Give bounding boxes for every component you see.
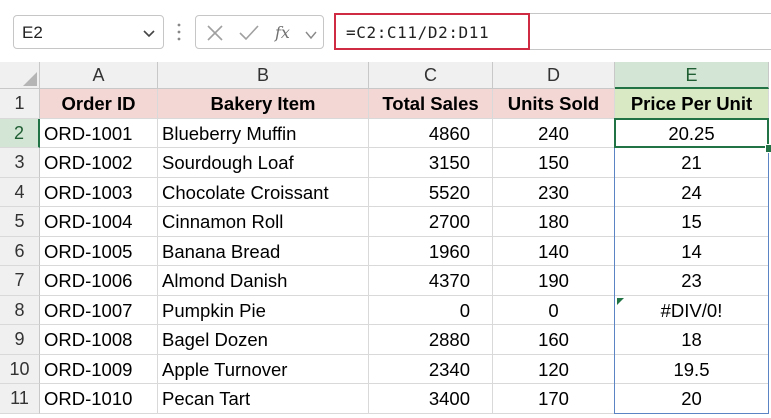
cell-units-sold[interactable]: 240 xyxy=(493,118,615,148)
name-box[interactable]: E2 xyxy=(13,15,164,49)
cell-total-sales[interactable]: 0 xyxy=(369,295,493,325)
select-all-button[interactable] xyxy=(0,62,40,89)
row-header-8[interactable]: 8 xyxy=(0,295,40,325)
header-cell-bakery-item[interactable]: Bakery Item xyxy=(158,89,369,119)
cell-order-id[interactable]: ORD-1001 xyxy=(40,118,158,148)
cell-total-sales[interactable]: 2700 xyxy=(369,207,493,237)
header-cell-units-sold[interactable]: Units Sold xyxy=(493,89,615,119)
cell-bakery-item[interactable]: Almond Danish xyxy=(158,266,369,296)
cell-total-sales[interactable]: 4370 xyxy=(369,266,493,296)
cell-order-id[interactable]: ORD-1008 xyxy=(40,325,158,355)
cell-order-id[interactable]: ORD-1006 xyxy=(40,266,158,296)
cell-order-id[interactable]: ORD-1005 xyxy=(40,236,158,266)
cell-bakery-item[interactable]: Sourdough Loaf xyxy=(158,148,369,178)
formula-bar: E2 fx =C2:C11/D2:D11 xyxy=(0,0,771,62)
cell-price-per-unit[interactable]: #DIV/0! xyxy=(615,295,769,325)
row-header-11[interactable]: 11 xyxy=(0,384,40,414)
cell-units-sold[interactable]: 180 xyxy=(493,207,615,237)
cell-bakery-item[interactable]: Apple Turnover xyxy=(158,354,369,384)
fill-handle[interactable] xyxy=(765,144,771,153)
header-cell-price-per-unit[interactable]: Price Per Unit xyxy=(615,89,769,119)
row-header-1[interactable]: 1 xyxy=(0,89,40,119)
svg-text:fx: fx xyxy=(274,24,290,42)
insert-function-icon[interactable]: fx xyxy=(274,24,298,42)
cell-price-per-unit[interactable]: 23 xyxy=(615,266,769,296)
cell-order-id[interactable]: ORD-1004 xyxy=(40,207,158,237)
cell-bakery-item[interactable]: Chocolate Croissant xyxy=(158,177,369,207)
formula-input[interactable]: =C2:C11/D2:D11 xyxy=(334,13,530,50)
drag-handle-icon[interactable] xyxy=(176,22,182,42)
error-indicator-icon[interactable] xyxy=(617,297,624,305)
cell-units-sold[interactable]: 120 xyxy=(493,354,615,384)
cancel-icon[interactable] xyxy=(206,24,224,42)
name-box-value: E2 xyxy=(22,23,43,42)
cell-total-sales[interactable]: 4860 xyxy=(369,118,493,148)
row-header-4[interactable]: 4 xyxy=(0,177,40,207)
cell-price-per-unit[interactable]: 24 xyxy=(615,177,769,207)
cell-bakery-item[interactable]: Banana Bread xyxy=(158,236,369,266)
row-header-10[interactable]: 10 xyxy=(0,354,40,384)
cell-total-sales[interactable]: 5520 xyxy=(369,177,493,207)
formula-controls: fx xyxy=(195,15,324,49)
formula-bar-extension[interactable] xyxy=(530,13,771,50)
column-header-e[interactable]: E xyxy=(615,62,769,89)
formula-text: =C2:C11/D2:D11 xyxy=(346,23,490,42)
column-header-c[interactable]: C xyxy=(369,62,493,89)
cell-bakery-item[interactable]: Blueberry Muffin xyxy=(158,118,369,148)
spreadsheet-grid: A B C D E 1 2 3 4 5 6 7 8 9 10 11 Order ID Bakery Item Tot… xyxy=(0,62,771,418)
cell-price-per-unit[interactable]: 14 xyxy=(615,236,769,266)
cell-units-sold[interactable]: 160 xyxy=(493,325,615,355)
select-all-icon xyxy=(23,72,37,86)
column-header-b[interactable]: B xyxy=(158,62,369,89)
cell-bakery-item[interactable]: Pecan Tart xyxy=(158,384,369,414)
cell-units-sold[interactable]: 140 xyxy=(493,236,615,266)
row-header-7[interactable]: 7 xyxy=(0,266,40,296)
cell-bakery-item[interactable]: Cinnamon Roll xyxy=(158,207,369,237)
cell-order-id[interactable]: ORD-1009 xyxy=(40,354,158,384)
cell-order-id[interactable]: ORD-1010 xyxy=(40,384,158,414)
cell-total-sales[interactable]: 2340 xyxy=(369,354,493,384)
cell-price-per-unit[interactable]: 21 xyxy=(615,148,769,178)
cell-units-sold[interactable]: 170 xyxy=(493,384,615,414)
row-header-2[interactable]: 2 xyxy=(0,118,40,148)
row-header-6[interactable]: 6 xyxy=(0,236,40,266)
cell-total-sales[interactable]: 3150 xyxy=(369,148,493,178)
chevron-down-icon[interactable] xyxy=(304,26,318,44)
cell-price-per-unit[interactable]: 20 xyxy=(615,384,769,414)
cell-units-sold[interactable]: 0 xyxy=(493,295,615,325)
cell-price-per-unit[interactable]: 18 xyxy=(615,325,769,355)
cell-total-sales[interactable]: 1960 xyxy=(369,236,493,266)
cell-units-sold[interactable]: 230 xyxy=(493,177,615,207)
enter-check-icon[interactable] xyxy=(238,24,260,42)
cell-order-id[interactable]: ORD-1002 xyxy=(40,148,158,178)
header-cell-order-id[interactable]: Order ID xyxy=(40,89,158,119)
cell-units-sold[interactable]: 190 xyxy=(493,266,615,296)
header-cell-total-sales[interactable]: Total Sales xyxy=(369,89,493,119)
cell-order-id[interactable]: ORD-1007 xyxy=(40,295,158,325)
cell-total-sales[interactable]: 3400 xyxy=(369,384,493,414)
cell-bakery-item[interactable]: Bagel Dozen xyxy=(158,325,369,355)
cell-price-per-unit[interactable]: 15 xyxy=(615,207,769,237)
row-header-3[interactable]: 3 xyxy=(0,148,40,178)
row-header-9[interactable]: 9 xyxy=(0,325,40,355)
row-header-5[interactable]: 5 xyxy=(0,207,40,237)
cell-price-per-unit[interactable]: 19.5 xyxy=(615,354,769,384)
cell-units-sold[interactable]: 150 xyxy=(493,148,615,178)
chevron-down-icon[interactable] xyxy=(141,25,157,41)
column-header-a[interactable]: A xyxy=(40,62,158,89)
cell-total-sales[interactable]: 2880 xyxy=(369,325,493,355)
cell-order-id[interactable]: ORD-1003 xyxy=(40,177,158,207)
cell-bakery-item[interactable]: Pumpkin Pie xyxy=(158,295,369,325)
cell-price-per-unit[interactable]: 20.25 xyxy=(615,118,769,148)
column-header-d[interactable]: D xyxy=(493,62,615,89)
